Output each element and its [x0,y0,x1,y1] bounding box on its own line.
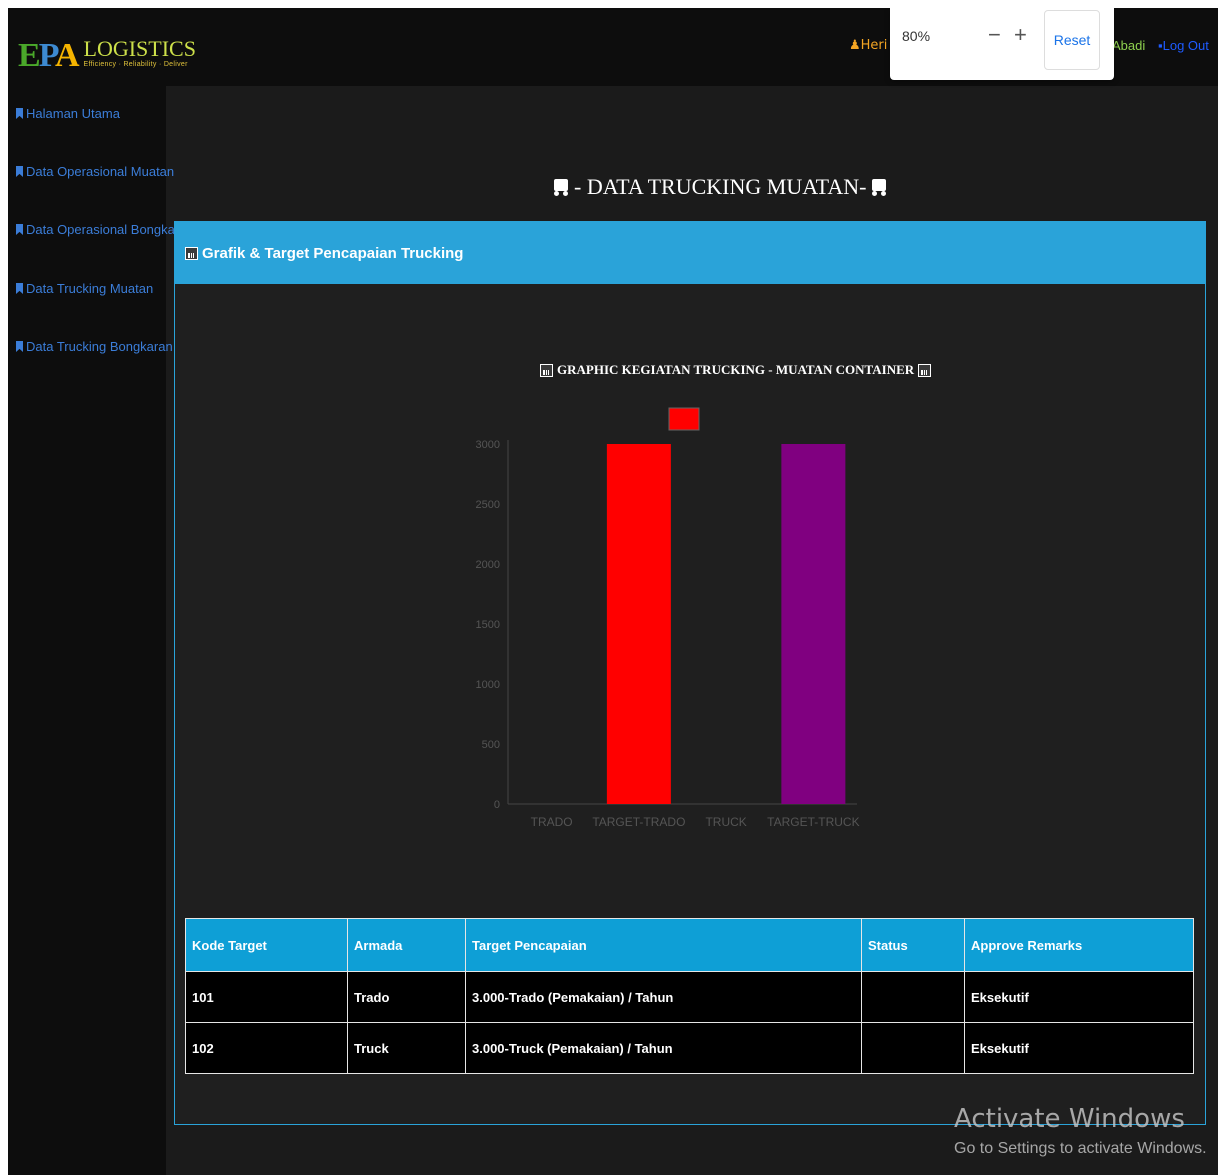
bookmark-icon [16,166,23,177]
y-tick-label: 3000 [476,439,500,451]
x-tick-label: TARGET-TRUCK [767,815,859,829]
x-tick-label: TARGET-TRADO [592,815,685,829]
sidebar-item-label: Data Trucking Bongkaran [26,339,173,354]
col-kode-target[interactable]: Kode Target [185,918,348,972]
sidebar-item-label: Halaman Utama [26,106,120,121]
cell-target-pencapaian: 3.000-Truck (Pemakaian) / Tahun [465,1022,862,1074]
sidebar-item-trucking-muatan[interactable]: Data Trucking Muatan [16,281,153,296]
cell-kode-target: 101 [185,971,348,1023]
app-frame: EPA LOGISTICS Efficiency · Reliability ·… [8,8,1218,1175]
brand-logo[interactable]: EPA LOGISTICS Efficiency · Reliability ·… [18,34,196,78]
bar-chart: 0 500 1000 1500 2000 2500 3000 TRADO TARGET-TRAD… [476,407,860,829]
truck-icon [870,177,888,197]
cell-armada: Truck [347,1022,466,1074]
cell-approve-remarks: Eksekutif [964,1022,1194,1074]
col-status[interactable]: Status [861,918,965,972]
cell-target-pencapaian: 3.000-Trado (Pemakaian) / Tahun [465,971,862,1023]
cell-status [861,971,965,1023]
page-title-text: - DATA TRUCKING MUATAN- [574,174,867,199]
y-tick-label: 2000 [476,559,500,571]
windows-activation-watermark: Activate Windows Go to Settings to activ… [954,1104,1207,1158]
logout-label: Log Out [1162,38,1209,53]
x-tick-label: TRADO [531,815,573,829]
zoom-in-button[interactable]: + [1014,22,1027,48]
col-approve-remarks[interactable]: Approve Remarks [964,918,1194,972]
y-tick-label: 500 [482,739,500,751]
user-icon: ♟ [849,38,861,53]
target-table: Kode Target Armada Target Pencapaian Sta… [185,918,1194,1074]
sidebar: Halaman Utama Data Operasional Muatan Da… [8,86,194,1175]
browser-zoom-popup: 80% − + Reset [890,8,1114,80]
logout-link[interactable]: ▪Log Out [1158,38,1209,53]
cell-status [861,1022,965,1074]
sidebar-item-halaman-utama[interactable]: Halaman Utama [16,106,120,121]
sidebar-item-trucking-bongkaran[interactable]: Data Trucking Bongkaran [16,339,173,354]
x-tick-label: TRUCK [705,815,746,829]
watermark-line-1: Activate Windows [954,1104,1185,1134]
sidebar-item-operasional-bongkaran[interactable]: Data Operasional Bongkaran [16,222,194,237]
truck-icon [552,177,570,197]
bookmark-icon [16,283,23,294]
cell-kode-target: 102 [185,1022,348,1074]
company-name: Abadi [1112,38,1146,53]
logo-mark-icon: EPA [18,37,79,74]
top-navbar: EPA LOGISTICS Efficiency · Reliability ·… [8,8,1218,86]
zoom-level: 80% [902,28,931,44]
sidebar-item-label: Data Operasional Muatan [26,164,175,179]
col-target-pencapaian[interactable]: Target Pencapaian [465,918,862,972]
y-tick-label: 1000 [476,679,500,691]
bar-target-trado [606,444,671,804]
zoom-reset-button[interactable]: Reset [1044,10,1100,70]
bookmark-icon [16,341,23,352]
legend-swatch [668,407,700,431]
brand-name: LOGISTICS [83,36,196,61]
cell-armada: Trado [347,971,466,1023]
bookmark-icon [16,224,23,235]
sidebar-item-label: Data Trucking Muatan [26,281,154,296]
y-tick-label: 0 [494,799,500,811]
table-row[interactable]: 101 Trado 3.000-Trado (Pemakaian) / Tahu… [185,971,1194,1023]
col-armada[interactable]: Armada [347,918,466,972]
page-title: - DATA TRUCKING MUATAN- [548,174,892,200]
bookmark-icon [16,108,23,119]
table-header-row: Kode Target Armada Target Pencapaian Sta… [185,918,1194,972]
trucking-panel: Grafik & Target Pencapaian Trucking GRAP… [174,221,1206,1125]
y-tick-label: 1500 [476,619,500,631]
y-tick-label: 2500 [476,499,500,511]
sidebar-item-operasional-muatan[interactable]: Data Operasional Muatan [16,164,174,179]
watermark-line-2: Go to Settings to activate Windows. [954,1140,1207,1157]
brand-tagline: Efficiency · Reliability · Deliver [83,61,188,68]
sidebar-item-label: Data Operasional Bongkaran [26,222,194,237]
zoom-out-button[interactable]: − [988,22,1001,48]
cell-approve-remarks: Eksekutif [964,971,1194,1023]
bar-target-truck [781,444,846,804]
table-row[interactable]: 102 Truck 3.000-Truck (Pemakaian) / Tahu… [185,1022,1194,1074]
